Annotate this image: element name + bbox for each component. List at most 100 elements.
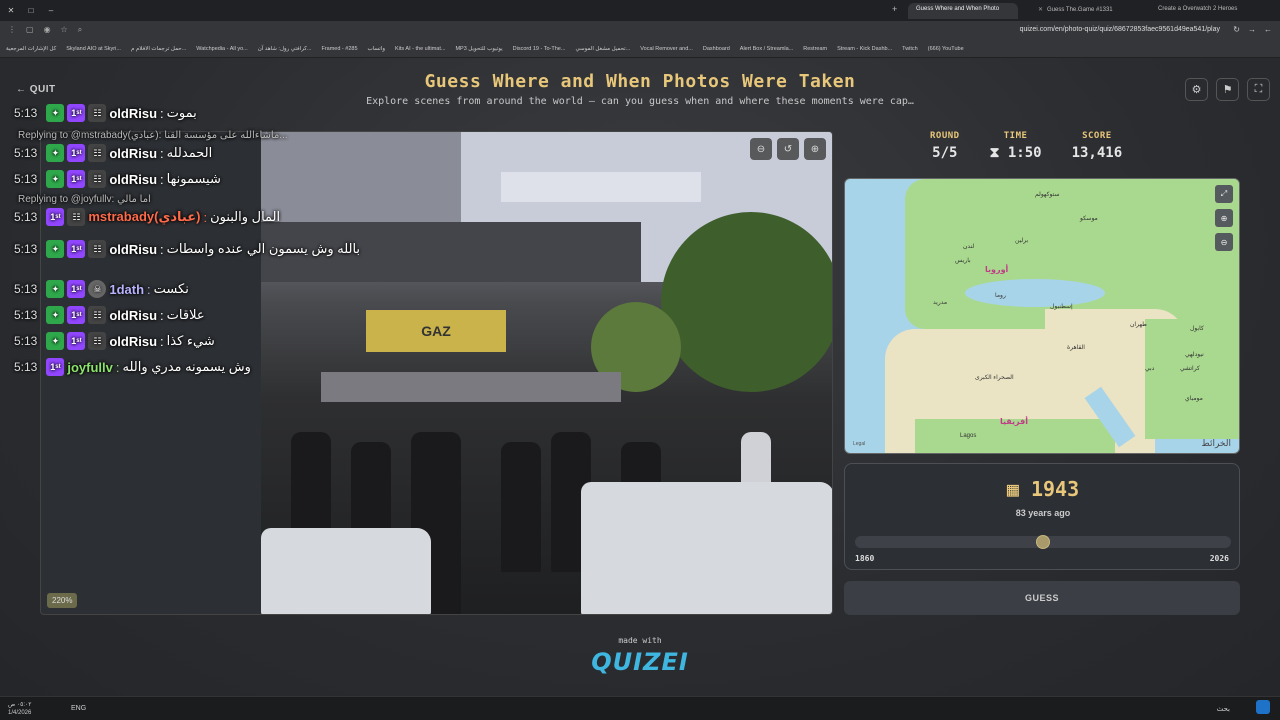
chat-colon: :	[147, 281, 151, 297]
settings-button[interactable]: ⚙	[1185, 78, 1208, 101]
bookmark-item[interactable]: كرافتي رول: شاهد آن...	[258, 46, 312, 52]
star-icon[interactable]: ☆	[61, 25, 68, 35]
close-tab-icon[interactable]: ✕	[1038, 7, 1043, 13]
bookmark-item[interactable]: Stream - Kick Dashb...	[837, 46, 892, 52]
chat-username[interactable]: joyfullv	[67, 360, 113, 375]
bookmark-item[interactable]: حمل ترجمات الافلام م...	[131, 46, 186, 52]
tabs-icon[interactable]: ▢	[26, 25, 34, 35]
chat-message: 5:13 1ˢᵗ ☷ mstrabady(عبادي): المال والبنون	[14, 208, 280, 226]
bookmark-item[interactable]: واتساب	[368, 46, 385, 52]
vip-badge-icon: ✦	[46, 104, 65, 122]
url-field[interactable]: quizei.com/en/photo-quiz/quiz/68672853fa…	[1020, 26, 1220, 33]
taskbar-clock[interactable]: ٠٥:٠٢ ص 1/4/2026	[8, 701, 31, 717]
chat-username[interactable]: oldRisu	[109, 242, 157, 257]
years-ago-text: 83 years ago	[1015, 508, 1071, 518]
taskbar-search[interactable]: بحث	[1217, 705, 1230, 713]
chat-username[interactable]: oldRisu	[109, 106, 157, 121]
reload-icon[interactable]: ↻	[1233, 25, 1240, 34]
bookmark-item[interactable]: Dashboard	[703, 46, 730, 52]
back-icon[interactable]: ←	[1264, 25, 1272, 34]
chat-username[interactable]: oldRisu	[109, 334, 157, 349]
tab-guess-where[interactable]: Guess Where and When Photo	[908, 3, 1018, 19]
bookmark-item[interactable]: (666) YouTube	[928, 46, 964, 52]
bookmark-item[interactable]: Alert Box / Streamla...	[740, 46, 794, 52]
maximize-icon[interactable]: □	[24, 6, 38, 15]
map-legal[interactable]: Legal	[853, 441, 865, 447]
chat-timestamp: 5:13	[14, 282, 38, 296]
fullscreen-button[interactable]: ⛶	[1247, 78, 1270, 101]
tab-overwatch[interactable]: Create a Overwatch 2 Heroes	[1150, 3, 1276, 19]
zoom-level-badge: 220%	[47, 593, 78, 608]
bookmark-item[interactable]: Vocal Remover and...	[640, 46, 693, 52]
zoom-in-icon: ⊕	[1220, 213, 1228, 223]
menu-icon[interactable]: ⋮	[8, 25, 16, 35]
bookmark-item[interactable]: Discord 19 - To-The...	[513, 46, 566, 52]
map-label: دبي	[1145, 366, 1155, 372]
calendar-icon: ▦	[1006, 477, 1031, 501]
map-zoom-out-button[interactable]: ⊖	[1215, 233, 1233, 251]
chat-colon: :	[160, 145, 164, 161]
shop-sign: GAZ	[366, 310, 506, 352]
extension-icon[interactable]: ◉	[44, 25, 51, 35]
first-badge-icon: 1ˢᵗ	[67, 240, 86, 258]
vip-badge-icon: ✦	[46, 170, 65, 188]
vip-badge-icon: ✦	[46, 306, 65, 324]
first-badge-icon: 1ˢᵗ	[67, 170, 86, 188]
bookmark-item[interactable]: Kits AI - the ultimat...	[395, 46, 445, 52]
chat-username[interactable]: mstrabady(عبادي)	[88, 209, 200, 225]
search-icon[interactable]: ⌕	[78, 25, 82, 35]
map-expand-button[interactable]: ⤢	[1215, 185, 1233, 203]
gear-icon: ⚙	[1191, 84, 1202, 96]
windows-taskbar: ٠٥:٠٢ ص 1/4/2026 ENG بحث	[0, 696, 1280, 720]
close-window-icon[interactable]: ✕	[4, 6, 18, 15]
round-value: 5/5	[932, 145, 958, 161]
clock-time: ٠٥:٠٢ ص	[8, 702, 32, 708]
map-zoom-in-button[interactable]: ⊕	[1215, 209, 1233, 227]
chat-username[interactable]: oldRisu	[109, 146, 157, 161]
minimize-icon[interactable]: –	[44, 6, 58, 15]
mask-badge-icon: ☷	[88, 240, 107, 258]
quizei-logo[interactable]: QUIZEI	[0, 648, 1280, 676]
bookmark-item[interactable]: كل الإشارات المرجعية	[6, 46, 56, 52]
new-tab-icon[interactable]: +	[892, 4, 897, 14]
zoom-in-button[interactable]: ⊕	[804, 138, 826, 160]
reset-icon: ↺	[783, 143, 793, 155]
chat-timestamp: 5:13	[14, 146, 38, 160]
window-controls: ✕ □ –	[0, 6, 58, 15]
year-slider-thumb[interactable]	[1036, 535, 1050, 549]
map-label: Lagos	[960, 433, 977, 439]
guess-button[interactable]: GUESS	[844, 581, 1240, 615]
chat-username[interactable]: oldRisu	[109, 308, 157, 323]
bookmark-item[interactable]: Restream	[803, 46, 827, 52]
year-slider[interactable]	[855, 535, 1231, 549]
map-label: إسطنبول	[1050, 304, 1073, 310]
map-label: برلين	[1015, 238, 1029, 244]
bookmark-item[interactable]: تحميل مشغل الموسي...	[575, 46, 630, 52]
bookmark-item[interactable]: MP3 يوتيوب للتحويل	[455, 46, 502, 52]
guess-map[interactable]: ستوكهولم موسكو برلين لندن باريس أوروبا روما مدر…	[844, 178, 1240, 454]
bookmark-item[interactable]: Watchpedia - All yo...	[196, 46, 247, 52]
map-land-india	[1145, 319, 1239, 439]
bookmark-item[interactable]: Skyland AIO at Skyri...	[66, 46, 121, 52]
reset-button[interactable]: ↺	[777, 138, 799, 160]
skull-badge-icon: ☠	[88, 280, 107, 298]
bookmark-item[interactable]: Framed - #285	[321, 46, 357, 52]
report-button[interactable]: ⚑	[1216, 78, 1239, 101]
windows-start-icon[interactable]	[1256, 700, 1270, 714]
round-stat: ROUND 5/5	[930, 131, 960, 161]
mask-badge-icon: ☷	[67, 208, 86, 226]
chat-timestamp: 5:13	[14, 106, 38, 120]
bookmark-item[interactable]: Twitch	[902, 46, 918, 52]
map-label: طهران	[1130, 322, 1147, 328]
zoom-out-button[interactable]: ⊖	[750, 138, 772, 160]
map-sea-mediterranean	[965, 279, 1105, 307]
quiz-photo[interactable]: GAZ	[261, 132, 832, 614]
chat-username[interactable]: 1dath	[109, 282, 144, 297]
forward-icon[interactable]: →	[1248, 25, 1256, 34]
chat-username[interactable]: oldRisu	[109, 172, 157, 187]
map-label: لندن	[963, 244, 975, 250]
chat-colon: :	[160, 333, 164, 349]
tab-guess-the-game[interactable]: ✕ Guess The.Game #1331	[1030, 3, 1126, 19]
language-indicator[interactable]: ENG	[71, 705, 86, 712]
map-label: مومباي	[1185, 396, 1203, 402]
